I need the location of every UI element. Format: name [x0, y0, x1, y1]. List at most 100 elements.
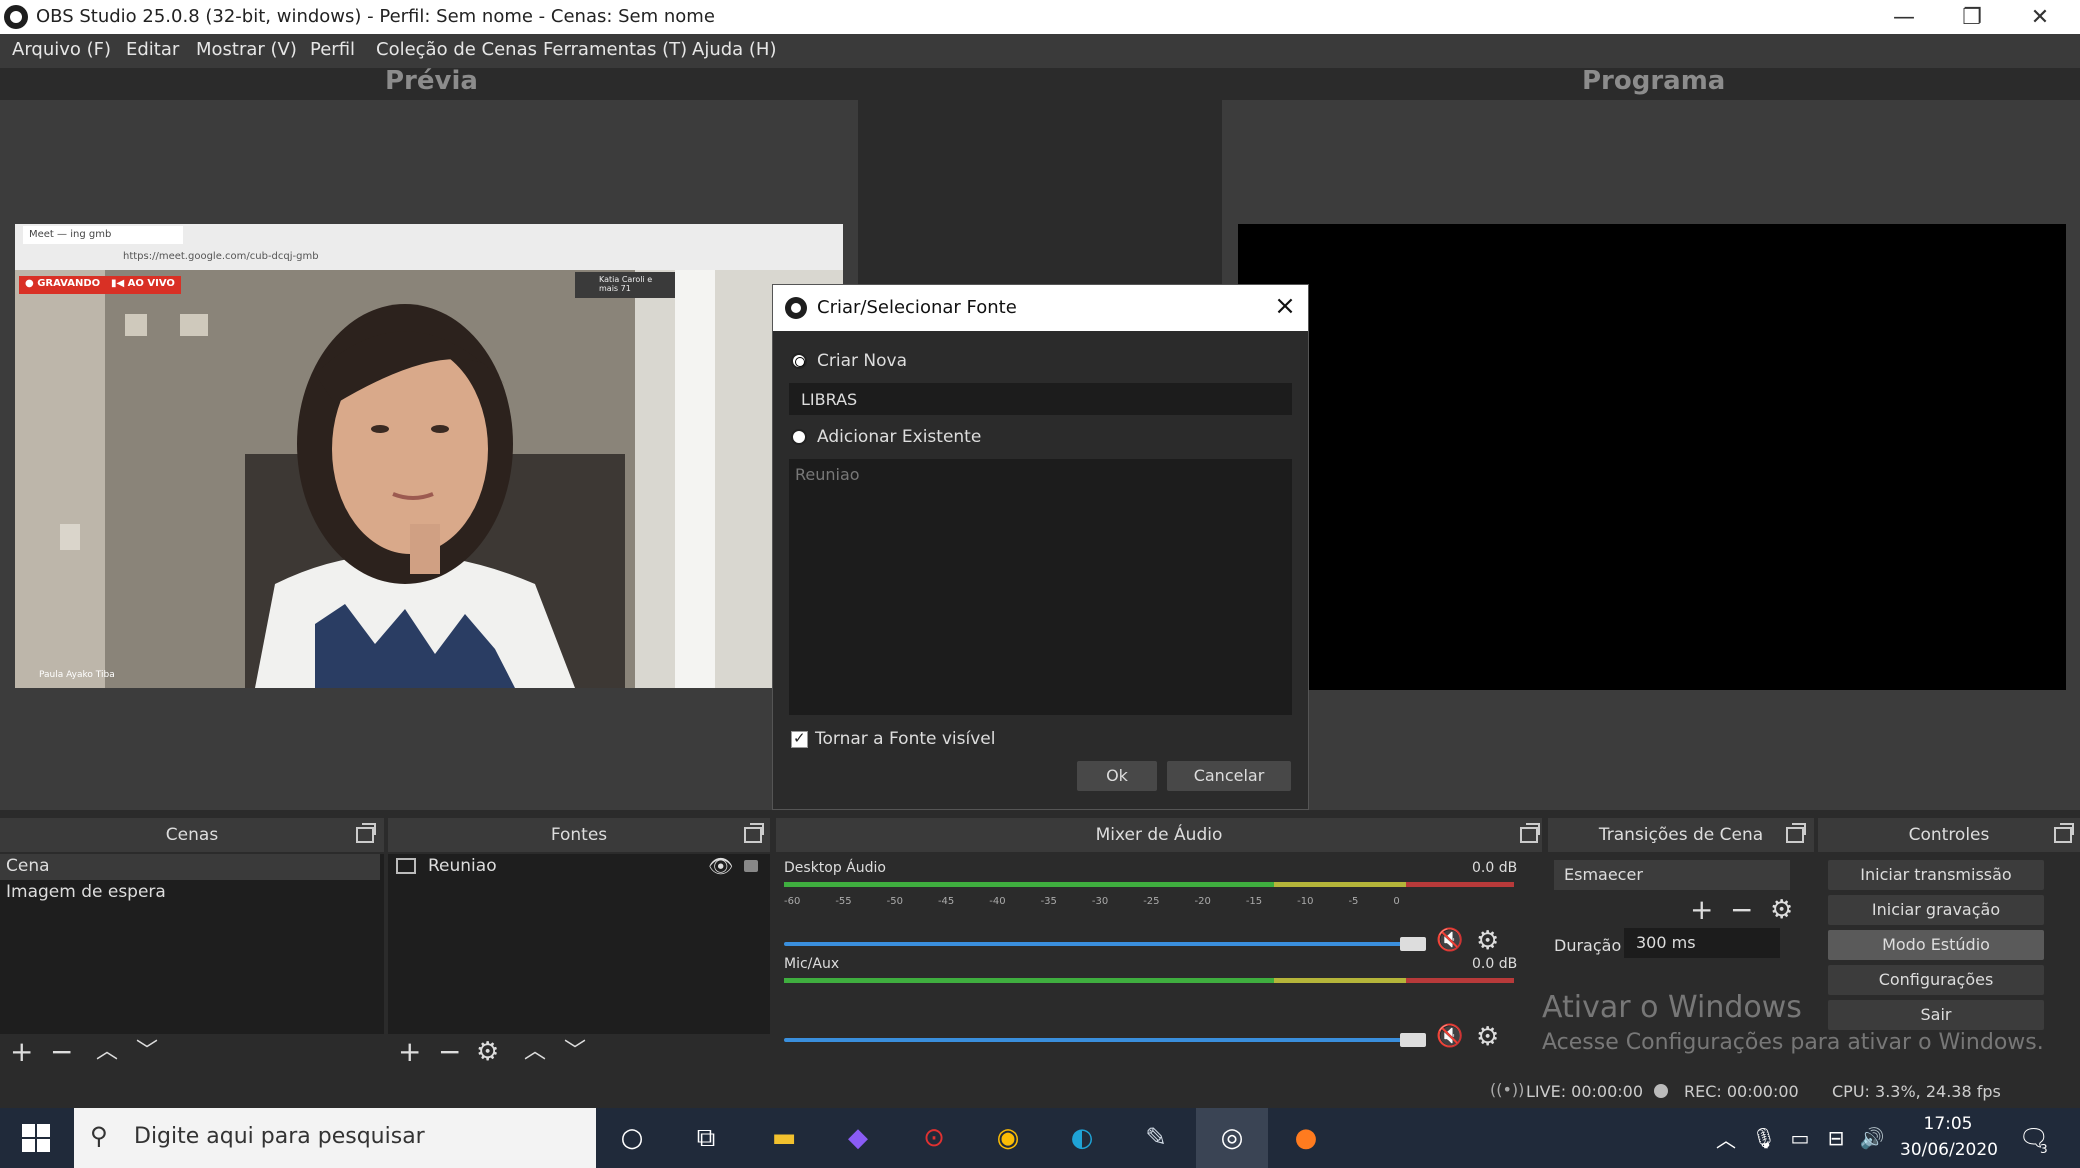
clock-date[interactable]: 30/06/2020 — [1900, 1140, 1998, 1160]
recorder-icon[interactable]: ⊙ — [916, 1120, 952, 1156]
visible-label: Tornar a Fonte visível — [815, 729, 996, 749]
volume-icon[interactable]: 🔊 — [1854, 1120, 1890, 1156]
transitions-title: Transições de Cena — [1548, 818, 1814, 852]
sources-dock: Fontes Reuniao 👁 + − ⚙ ︿ ﹀ — [388, 818, 770, 1072]
window-source-icon — [396, 858, 416, 874]
move-up-icon[interactable]: ︿ — [96, 1038, 118, 1066]
menu-ferramentas[interactable]: Ferramentas (T) — [543, 39, 687, 60]
status-bar: ((•)) LIVE: 00:00:00 REC: 00:00:00 CPU: … — [0, 1078, 2080, 1106]
gear-icon[interactable]: ⚙ — [1476, 926, 1499, 956]
start-streaming-button[interactable]: Iniciar transmissão — [1828, 860, 2044, 890]
meter-scale: -60 -55 -50 -45 -40 -35 -30 -25 -20 -15 … — [784, 896, 1400, 907]
list-item[interactable]: Reuniao — [795, 465, 860, 484]
firefox-icon[interactable]: ● — [1288, 1120, 1324, 1156]
preview-video[interactable]: Meet — ing gmb https://meet.google.com/c… — [15, 224, 843, 688]
muted-speaker-icon[interactable]: 🔇 — [1436, 928, 1463, 953]
add-source-icon[interactable]: + — [398, 1038, 421, 1066]
edge-icon[interactable]: ◐ — [1064, 1120, 1100, 1156]
volume-slider[interactable] — [784, 942, 1424, 946]
volume-slider[interactable] — [784, 1038, 1424, 1042]
caller-chip: Katia Caroli e mais 71 — [575, 272, 675, 298]
show-hidden-icons-icon[interactable]: ︿ — [1708, 1120, 1744, 1156]
remove-source-icon[interactable]: − — [438, 1038, 461, 1066]
taskbar-search[interactable]: ⚲ Digite aqui para pesquisar — [74, 1108, 596, 1168]
cancel-button[interactable]: Cancelar — [1167, 761, 1291, 791]
file-explorer-icon[interactable]: ▬ — [766, 1120, 802, 1156]
radio-create-new[interactable] — [791, 353, 807, 369]
dialog-title-bar: Criar/Selecionar Fonte × — [773, 285, 1308, 331]
remove-transition-icon[interactable]: − — [1730, 896, 1753, 924]
existing-sources-list[interactable]: Reuniao — [789, 459, 1292, 715]
minimize-button[interactable]: — — [1870, 0, 1938, 34]
undock-icon[interactable] — [356, 823, 376, 843]
menu-arquivo[interactable]: Arquivo (F) — [12, 39, 111, 60]
studio-mode-button[interactable]: Modo Estúdio — [1828, 930, 2044, 960]
menu-editar[interactable]: Editar — [126, 39, 179, 60]
dialog-close-icon[interactable]: × — [1268, 291, 1302, 325]
gear-icon[interactable]: ⚙ — [1476, 1022, 1499, 1052]
undock-icon[interactable] — [1520, 823, 1540, 843]
close-button[interactable]: ✕ — [2006, 0, 2074, 34]
visible-checkbox[interactable] — [791, 729, 808, 748]
scene-item[interactable]: Imagem de espera — [6, 882, 166, 902]
menu-colecao-cenas[interactable]: Coleção de Cenas — [376, 39, 537, 60]
menu-perfil[interactable]: Perfil — [310, 39, 355, 60]
undock-icon[interactable] — [1786, 823, 1806, 843]
windows-start-icon[interactable] — [18, 1120, 54, 1156]
muted-speaker-icon[interactable]: 🔇 — [1436, 1024, 1463, 1049]
clock-time[interactable]: 17:05 — [1900, 1114, 1996, 1134]
audio-mixer-dock: Mixer de Áudio Desktop Áudio 0.0 dB -60 … — [776, 818, 1542, 1072]
move-down-icon[interactable]: ﹀ — [136, 1038, 158, 1066]
selected-row-bg — [0, 854, 380, 880]
move-down-icon[interactable]: ﹀ — [564, 1038, 586, 1066]
lock-icon[interactable] — [744, 860, 758, 872]
search-icon: ⚲ — [90, 1122, 108, 1150]
channel-name: Desktop Áudio — [784, 860, 886, 876]
volume-slider-handle[interactable] — [1400, 937, 1426, 951]
recording-badge: ● GRAVANDO — [19, 276, 107, 294]
settings-button[interactable]: Configurações — [1828, 965, 2044, 995]
mixer-body: Desktop Áudio 0.0 dB -60 -55 -50 -45 -40… — [776, 854, 1542, 1072]
duration-input[interactable]: 300 ms — [1624, 928, 1780, 958]
ok-button[interactable]: Ok — [1077, 761, 1157, 791]
dialog-title: Criar/Selecionar Fonte — [817, 297, 1017, 318]
scenes-toolbar: + − ︿ ﹀ — [0, 1034, 384, 1072]
battery-icon[interactable]: ▭ — [1782, 1120, 1818, 1156]
menu-mostrar[interactable]: Mostrar (V) — [196, 39, 297, 60]
task-view-icon[interactable]: ⧉ — [688, 1120, 724, 1156]
move-up-icon[interactable]: ︿ — [524, 1038, 546, 1066]
add-scene-icon[interactable]: + — [10, 1038, 33, 1066]
remove-scene-icon[interactable]: − — [50, 1038, 73, 1066]
cortana-icon[interactable]: ○ — [614, 1120, 650, 1156]
volume-meter-green — [784, 882, 1274, 887]
exit-button[interactable]: Sair — [1828, 1000, 2044, 1030]
add-transition-icon[interactable]: + — [1690, 896, 1713, 924]
volume-meter-yellow — [1274, 882, 1406, 887]
start-recording-button[interactable]: Iniciar gravação — [1828, 895, 2044, 925]
gear-icon[interactable]: ⚙ — [476, 1038, 499, 1066]
app-icon[interactable]: ◆ — [840, 1120, 876, 1156]
scene-item[interactable]: Cena — [6, 856, 50, 876]
eye-icon[interactable]: 👁 — [708, 854, 733, 878]
channel-name: Mic/Aux — [784, 956, 840, 972]
transition-select[interactable]: Esmaecer — [1554, 860, 1790, 890]
chrome-icon[interactable]: ◉ — [990, 1120, 1026, 1156]
obs-icon[interactable]: ◎ — [1214, 1120, 1250, 1156]
menu-ajuda[interactable]: Ajuda (H) — [692, 39, 776, 60]
paint-icon[interactable]: ✎ — [1138, 1120, 1174, 1156]
new-source-name-input[interactable] — [789, 383, 1292, 415]
cpu-status: CPU: 3.3%, 24.38 fps — [1832, 1082, 2001, 1101]
undock-icon[interactable] — [744, 823, 764, 843]
restore-button[interactable]: ❐ — [1938, 0, 2006, 34]
microphone-icon[interactable]: 🎙 — [1746, 1120, 1782, 1156]
scenes-title: Cenas — [0, 818, 384, 852]
network-icon[interactable]: ⊟ — [1818, 1120, 1854, 1156]
taskbar: ⚲ Digite aqui para pesquisar ○ ⧉ ▬ ◆ ⊙ ◉… — [0, 1108, 2080, 1168]
source-item[interactable]: Reuniao — [428, 856, 497, 876]
add-existing-label: Adicionar Existente — [817, 427, 982, 447]
mixer-title: Mixer de Áudio — [776, 818, 1542, 852]
undock-icon[interactable] — [2054, 823, 2074, 843]
gear-icon[interactable]: ⚙ — [1770, 896, 1793, 924]
radio-add-existing[interactable] — [791, 429, 807, 445]
volume-slider-handle[interactable] — [1400, 1033, 1426, 1047]
